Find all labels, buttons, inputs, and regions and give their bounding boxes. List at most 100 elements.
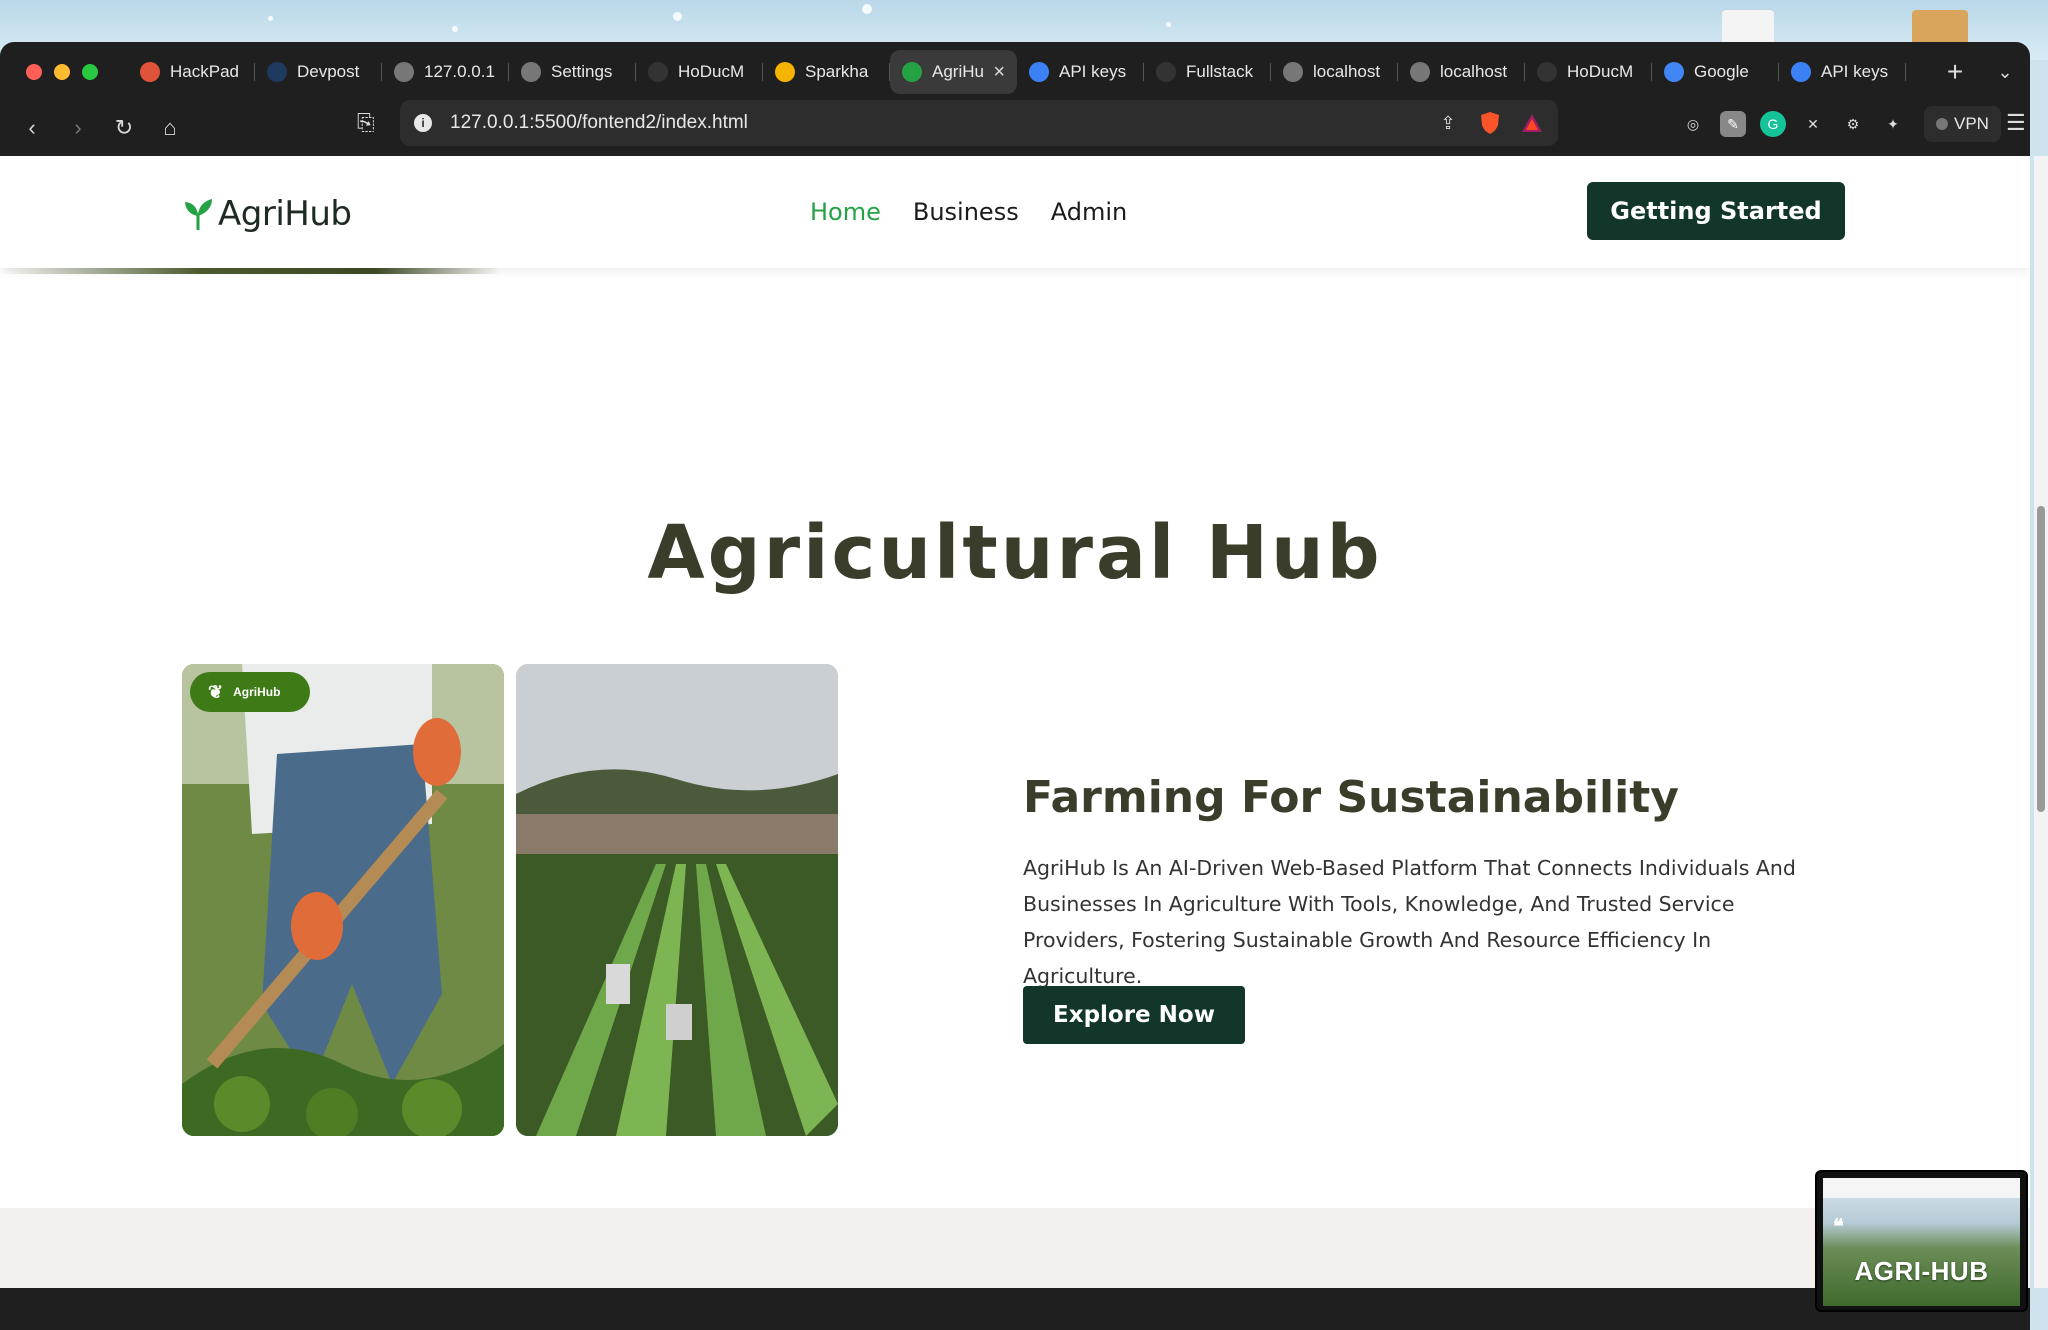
hamburger-menu-icon[interactable]: ☰: [2006, 110, 2026, 136]
site-logo[interactable]: AgriHub: [182, 194, 352, 234]
drive-icon: [775, 62, 795, 82]
share-icon[interactable]: ⇪: [1436, 111, 1460, 135]
browser-tab[interactable]: 127.0.0.1: [382, 50, 509, 94]
section-title: Agricultural Hub: [647, 510, 1383, 596]
site-header: AgriHub Home Business Admin Getting Starte…: [0, 156, 2030, 268]
browser-tab[interactable]: API keys: [1017, 50, 1144, 94]
preview-title: AGRI-HUB: [1854, 1256, 1989, 1286]
browser-tab[interactable]: AgriHub ×: [890, 50, 1017, 94]
extension-glasses-icon[interactable]: ◎: [1680, 111, 1706, 137]
google-icon: [1664, 62, 1684, 82]
extension-blocker-icon[interactable]: ✕: [1800, 111, 1826, 137]
getting-started-button[interactable]: Getting Started: [1587, 182, 1845, 240]
chevron-down-icon[interactable]: ⌄: [1980, 62, 2030, 83]
back-button[interactable]: ‹: [18, 114, 46, 142]
extensions-area: ◎ ✎ G ✕ ⚙ ✦: [1680, 104, 1906, 144]
main-nav: Home Business Admin: [810, 198, 1127, 226]
new-tab-button[interactable]: +: [1930, 56, 1980, 88]
brand-name: AgriHub: [218, 194, 352, 234]
globe-icon: [1410, 62, 1430, 82]
explore-now-button[interactable]: Explore Now: [1023, 986, 1245, 1044]
square-icon: [1156, 62, 1176, 82]
nav-link-home[interactable]: Home: [810, 198, 881, 226]
tab-list: HackPad Devpost 127.0.0.1 Settings HoDucM Spa…: [128, 50, 1930, 94]
browser-tab[interactable]: HoDucM: [1525, 50, 1652, 94]
brave-rewards-icon[interactable]: [1520, 111, 1544, 135]
reload-button[interactable]: ↻: [110, 114, 138, 142]
about-description: AgriHub Is An AI-Driven Web-Based Platfo…: [1023, 856, 1796, 988]
next-section: [0, 1208, 2030, 1288]
page-viewport: AgriHub Home Business Admin Getting Starte…: [0, 156, 2030, 1288]
browser-tab[interactable]: Settings: [509, 50, 636, 94]
browser-tab[interactable]: Fullstack: [1144, 50, 1271, 94]
tab-label: HoDucM: [1567, 62, 1634, 81]
farmer-hoe-photo: [182, 664, 504, 1136]
extension-notes-icon[interactable]: ✎: [1720, 111, 1746, 137]
page-scrollbar[interactable]: [2034, 156, 2048, 1288]
maximize-window-button[interactable]: [82, 64, 98, 80]
browser-tab[interactable]: API keys: [1779, 50, 1906, 94]
gear-icon: [521, 62, 541, 82]
vpn-status-icon: [1936, 118, 1948, 130]
browser-tab[interactable]: Google: [1652, 50, 1779, 94]
hero-image-edge: [0, 268, 500, 274]
github-icon: [1537, 62, 1557, 82]
tab-label: Sparkha: [805, 62, 869, 81]
close-window-button[interactable]: [26, 64, 42, 80]
bookmark-icon[interactable]: ⎘: [357, 110, 375, 136]
devpost-icon: [267, 62, 287, 82]
home-button[interactable]: ⌂: [156, 114, 184, 142]
hackpad-icon: [140, 62, 160, 82]
browser-tab[interactable]: HackPad: [128, 50, 255, 94]
minimize-window-button[interactable]: [54, 64, 70, 80]
openai-icon: [1791, 62, 1811, 82]
tab-label: HoDucM: [678, 62, 745, 81]
globe-icon: [394, 62, 414, 82]
address-bar[interactable]: i 127.0.0.1:5500/fontend2/index.html ⇪: [400, 100, 1558, 146]
tab-label: Devpost: [297, 62, 360, 81]
openai-icon: [1029, 62, 1049, 82]
forward-button[interactable]: ›: [64, 114, 92, 142]
url-text[interactable]: 127.0.0.1:5500/fontend2/index.html: [450, 112, 1418, 134]
tab-label: API keys: [1821, 62, 1889, 81]
preview-screen: ❝ AGRI-HUB: [1823, 1178, 2020, 1306]
wheat-icon: ❦: [208, 681, 224, 702]
nav-link-admin[interactable]: Admin: [1051, 198, 1128, 226]
browser-tab[interactable]: Sparkha: [763, 50, 890, 94]
quote-icon: ❝: [1833, 1216, 1844, 1238]
agrihub-badge: ❦ AgriHub: [190, 672, 310, 712]
tab-label: API keys: [1059, 62, 1127, 81]
nav-link-business[interactable]: Business: [913, 198, 1019, 226]
github-icon: [648, 62, 668, 82]
about-heading: Farming For Sustainability: [1023, 772, 1679, 823]
leaf-icon: [902, 62, 922, 82]
grammarly-icon[interactable]: G: [1760, 111, 1786, 137]
tab-label: Fullstack: [1186, 62, 1254, 81]
window-controls: [26, 64, 98, 80]
scrollbar-thumb[interactable]: [2037, 506, 2045, 812]
sprout-icon: [185, 199, 212, 230]
tab-label: HackPad: [170, 62, 239, 81]
site-info-icon[interactable]: i: [414, 114, 432, 132]
tab-strip: HackPad Devpost 127.0.0.1 Settings HoDucM Spa…: [0, 42, 2030, 102]
tab-label: localhost: [1440, 62, 1508, 81]
tab-label: 127.0.0.1: [424, 62, 495, 81]
terraced-farm-photo: [516, 664, 838, 1136]
browser-tab[interactable]: HoDucM: [636, 50, 763, 94]
tab-separator: [1905, 63, 1906, 81]
globe-icon: [1283, 62, 1303, 82]
tab-label: Google: [1694, 62, 1749, 81]
preview-browser-bar: [1823, 1178, 2020, 1198]
brave-shield-icon[interactable]: [1478, 111, 1502, 135]
tab-label: AgriHub: [932, 62, 984, 81]
browser-tab[interactable]: localhost: [1271, 50, 1398, 94]
tab-label: Settings: [551, 62, 613, 81]
close-tab-icon[interactable]: ×: [993, 61, 1005, 84]
sparkle-icon[interactable]: ✦: [1880, 111, 1906, 137]
vpn-button[interactable]: VPN: [1924, 106, 2001, 142]
browser-tab[interactable]: Devpost: [255, 50, 382, 94]
browser-tab[interactable]: localhost: [1398, 50, 1525, 94]
video-preview-window[interactable]: ❝ AGRI-HUB: [1815, 1170, 2028, 1312]
puzzle-icon[interactable]: ⚙: [1840, 111, 1866, 137]
tab-label: localhost: [1313, 62, 1381, 81]
